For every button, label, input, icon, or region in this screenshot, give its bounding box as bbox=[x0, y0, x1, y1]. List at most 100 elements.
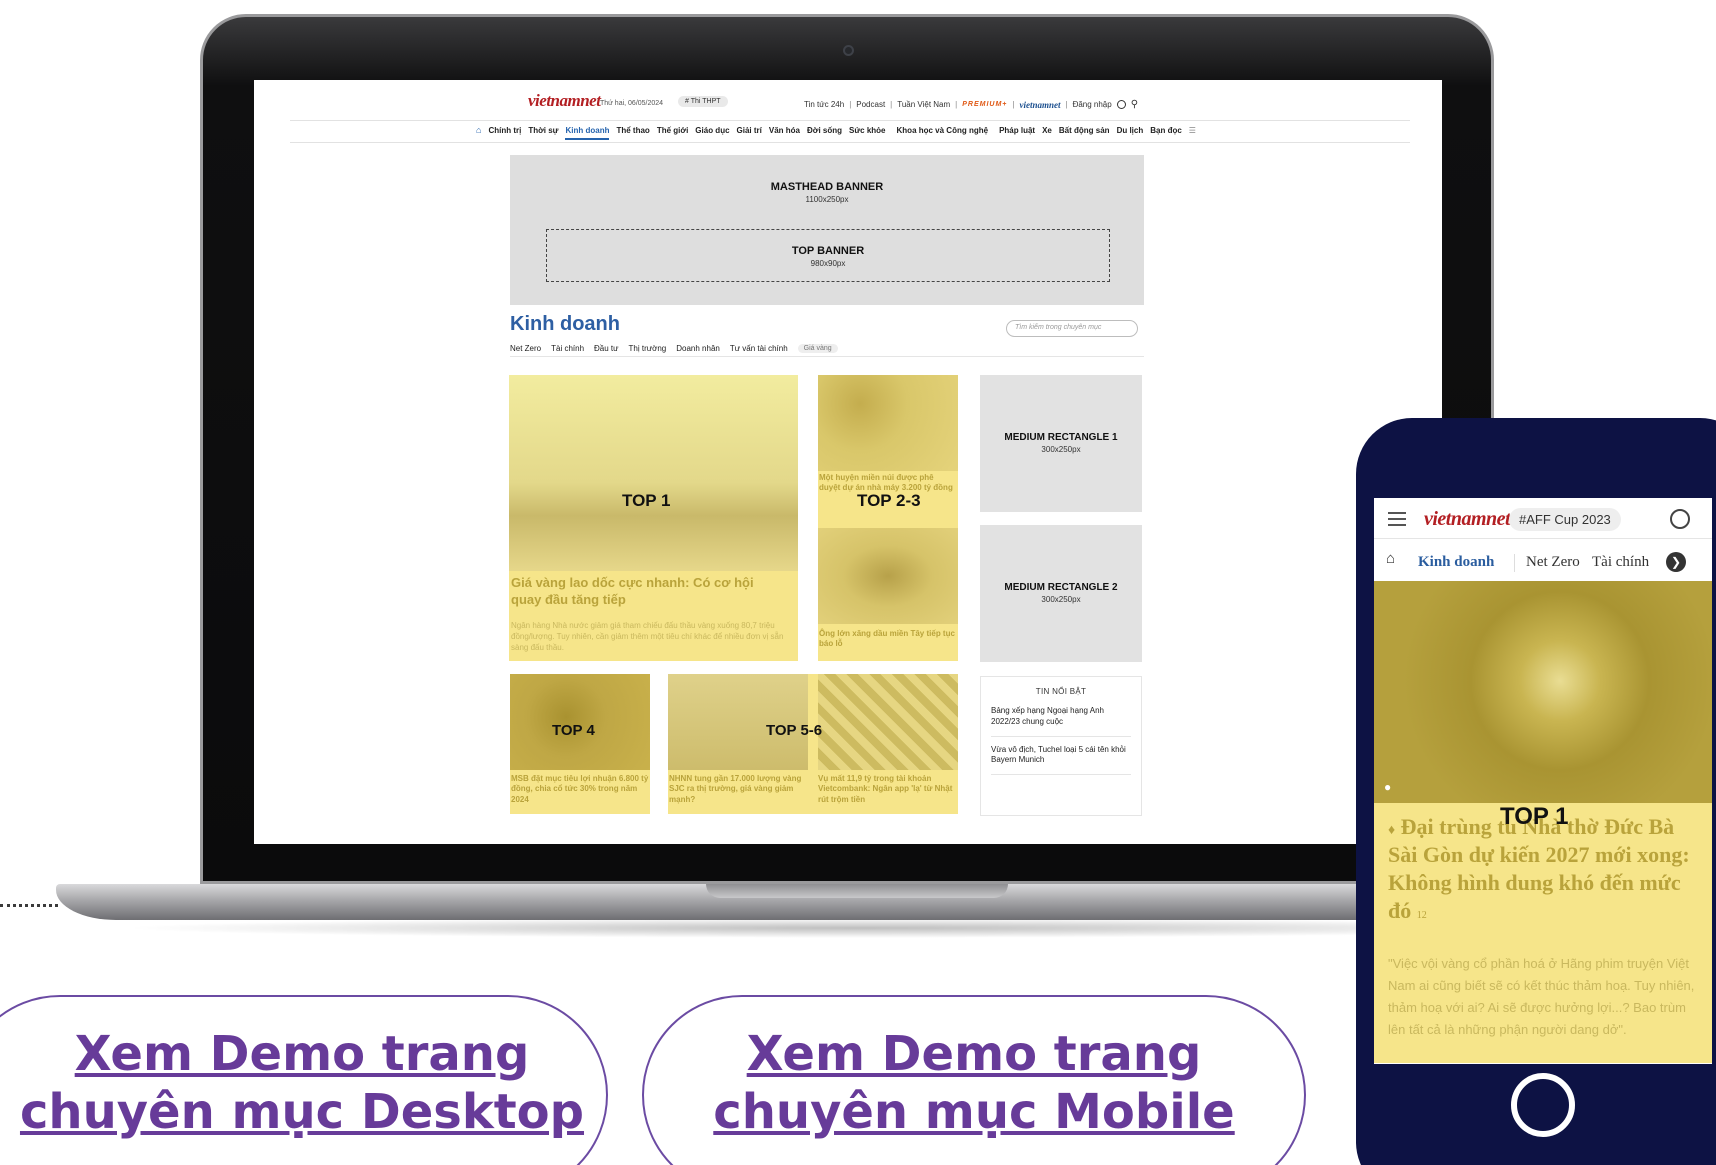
top1-label: TOP 1 bbox=[622, 491, 671, 510]
top56-slot[interactable]: TOP 5-6 NHNN tung gần 17.000 lượng vàng … bbox=[668, 674, 958, 814]
demo-desktop-line1[interactable]: Xem Demo trang bbox=[0, 1025, 606, 1083]
top-banner-title: TOP BANNER bbox=[791, 245, 865, 257]
login-link[interactable]: Đăng nhập bbox=[1073, 100, 1112, 109]
top3-headline[interactable]: Ông lớn xăng dầu miền Tây tiếp tục báo l… bbox=[819, 629, 957, 650]
gold-price-badge[interactable]: Giá vàng bbox=[797, 344, 838, 353]
medium-rectangle-2: MEDIUM RECTANGLE 2 300x250px bbox=[980, 525, 1142, 662]
mobile-logo[interactable]: vietnamnet bbox=[1424, 508, 1511, 531]
demo-mobile-line1[interactable]: Xem Demo trang bbox=[644, 1025, 1304, 1083]
top-banner: TOP BANNER 980x90px bbox=[546, 229, 1110, 282]
featured-item[interactable]: Bảng xếp hạng Ngoại hạng Anh 2022/23 chu… bbox=[991, 706, 1131, 737]
top4-headline[interactable]: MSB đặt mục tiêu lợi nhuận 6.800 tỷ đồng… bbox=[511, 774, 649, 805]
subnav-item[interactable]: Doanh nhân bbox=[676, 344, 720, 353]
nav-item[interactable]: Sức khỏe bbox=[849, 126, 885, 135]
mrec1-title: MEDIUM RECTANGLE 1 bbox=[1004, 432, 1118, 443]
comment-count: 12 bbox=[1416, 910, 1427, 922]
top2-photo bbox=[818, 375, 958, 471]
main-nav: ⌂ Chính trị Thời sự Kinh doanh Thể thao … bbox=[476, 119, 1196, 141]
nav-item[interactable]: Bất động sản bbox=[1059, 126, 1110, 135]
sub-nav: Net Zero Tài chính Đầu tư Thị trường Doa… bbox=[510, 344, 838, 353]
top-link-tuan-viet-nam[interactable]: Tuần Việt Nam bbox=[897, 100, 950, 109]
masthead-title: MASTHEAD BANNER bbox=[770, 181, 884, 193]
nav-item-active[interactable]: Kinh doanh bbox=[565, 126, 610, 140]
mobile-nav-item[interactable]: Tài chính bbox=[1592, 554, 1649, 571]
top23-label: TOP 2-3 bbox=[857, 491, 921, 510]
mrec2-size: 300x250px bbox=[1041, 595, 1081, 604]
category-search-input[interactable]: Tìm kiếm trong chuyên mục bbox=[1006, 320, 1138, 337]
phone-home-button bbox=[1511, 1073, 1575, 1137]
top5-headline[interactable]: NHNN tung gần 17.000 lượng vàng SJC ra t… bbox=[669, 774, 807, 805]
hot-tag[interactable]: # Thi THPT bbox=[678, 96, 728, 107]
subnav-item[interactable]: Tài chính bbox=[551, 344, 584, 353]
nav-item[interactable]: Bạn đọc bbox=[1150, 126, 1182, 135]
featured-title: TIN NỔI BẬT bbox=[1035, 687, 1087, 696]
demo-desktop-button[interactable]: Xem Demo trang chuyên mục Desktop bbox=[0, 995, 608, 1165]
top4-slot[interactable]: TOP 4 MSB đặt mục tiêu lợi nhuận 6.800 t… bbox=[510, 674, 650, 814]
nav-item[interactable]: Thời sự bbox=[528, 126, 558, 135]
top-links: Tin tức 24h | Podcast | Tuần Việt Nam | PRE… bbox=[804, 99, 1139, 110]
mrec1-size: 300x250px bbox=[1041, 445, 1081, 454]
subnav-item[interactable]: Tư vấn tài chính bbox=[730, 344, 788, 353]
demo-desktop-line2[interactable]: chuyên mục Desktop bbox=[0, 1083, 606, 1141]
nav-item[interactable]: Thể thao bbox=[616, 126, 649, 135]
desktop-screen: vietnamnet Thứ hai, 06/05/2024 # Thi THP… bbox=[254, 80, 1442, 844]
top23-slot[interactable]: Một huyện miền núi được phê duyệt dự án … bbox=[818, 375, 958, 661]
mobile-nav-item[interactable]: Net Zero bbox=[1526, 554, 1580, 571]
mobile-screen: vietnamnet #AFF Cup 2023 ⌂ Kinh doanh Ne… bbox=[1374, 498, 1712, 1064]
nav-item[interactable]: Pháp luật bbox=[999, 126, 1035, 135]
top-link-podcast[interactable]: Podcast bbox=[856, 100, 885, 109]
nav-item[interactable]: Khoa học và Công nghệ bbox=[897, 126, 989, 135]
divider bbox=[510, 356, 1144, 357]
mobile-top1-photo bbox=[1374, 581, 1712, 803]
user-icon[interactable] bbox=[1116, 100, 1126, 109]
date-label: Thứ hai, 06/05/2024 bbox=[600, 100, 664, 107]
nav-item[interactable]: Thế giới bbox=[657, 126, 688, 135]
nav-item[interactable]: Du lịch bbox=[1117, 126, 1144, 135]
top-banner-size: 980x90px bbox=[810, 259, 846, 268]
nav-item[interactable]: Giáo dục bbox=[695, 126, 729, 135]
nav-item[interactable]: Xe bbox=[1042, 126, 1052, 135]
featured-item[interactable]: Vừa vô địch, Tuchel loại 5 cái tên khỏi … bbox=[991, 745, 1131, 776]
nav-item[interactable]: Chính trị bbox=[488, 126, 521, 135]
divider bbox=[1374, 538, 1712, 539]
divider bbox=[290, 142, 1410, 143]
photo-icon: ● bbox=[1384, 780, 1392, 794]
chevron-right-icon[interactable]: ❯ bbox=[1666, 552, 1686, 572]
top1-headline[interactable]: Giá vàng lao dốc cực nhanh: Có cơ hội qu… bbox=[511, 575, 781, 609]
masthead-banner: MASTHEAD BANNER 1100x250px TOP BANNER 98… bbox=[510, 155, 1144, 305]
demo-mobile-button[interactable]: Xem Demo trang chuyên mục Mobile bbox=[642, 995, 1306, 1165]
laptop-notch bbox=[706, 884, 1008, 898]
nav-item[interactable]: Văn hóa bbox=[769, 126, 800, 135]
mrec2-title: MEDIUM RECTANGLE 2 bbox=[1004, 582, 1118, 593]
mobile-hot-tag[interactable]: #AFF Cup 2023 bbox=[1509, 508, 1621, 531]
nav-item[interactable]: Đời sống bbox=[807, 126, 842, 135]
nav-item[interactable]: Giải trí bbox=[737, 126, 762, 135]
home-icon[interactable]: ⌂ bbox=[1386, 550, 1395, 567]
home-icon[interactable]: ⌂ bbox=[476, 125, 481, 135]
dotted-connector bbox=[0, 904, 58, 907]
subnav-item[interactable]: Net Zero bbox=[510, 344, 541, 353]
menu-icon[interactable]: ☰ bbox=[1189, 126, 1196, 135]
site-logo[interactable]: vietnamnet bbox=[528, 91, 601, 111]
subnav-item[interactable]: Thị trường bbox=[629, 344, 667, 353]
subnav-item[interactable]: Đầu tư bbox=[594, 344, 618, 353]
phone-frame: vietnamnet #AFF Cup 2023 ⌂ Kinh doanh Ne… bbox=[1356, 418, 1716, 1165]
top56-label: TOP 5-6 bbox=[766, 722, 823, 739]
secondary-logo[interactable]: vietnamnet bbox=[1019, 100, 1060, 110]
mobile-nav-active[interactable]: Kinh doanh bbox=[1418, 554, 1494, 571]
search-icon[interactable]: ⚲ bbox=[1131, 99, 1138, 110]
menu-icon[interactable] bbox=[1388, 512, 1406, 526]
medium-rectangle-1: MEDIUM RECTANGLE 1 300x250px bbox=[980, 375, 1142, 512]
top6-headline[interactable]: Vụ mất 11,9 tỷ trong tài khoản Vietcomba… bbox=[818, 774, 956, 805]
top1-photo bbox=[509, 375, 798, 571]
user-icon[interactable] bbox=[1670, 509, 1690, 529]
camera-icon bbox=[843, 45, 854, 56]
demo-mobile-line2[interactable]: chuyên mục Mobile bbox=[644, 1083, 1304, 1141]
mobile-top1-label: TOP 1 bbox=[1500, 803, 1569, 830]
mobile-top1-summary: "Việc vội vàng cổ phần hoá ở Hãng phim t… bbox=[1388, 956, 1695, 1038]
top-link-news24h[interactable]: Tin tức 24h bbox=[804, 100, 844, 109]
featured-news-box: TIN NỔI BẬT Bảng xếp hạng Ngoại hạng Anh… bbox=[980, 676, 1142, 816]
top1-slot[interactable]: TOP 1 Giá vàng lao dốc cực nhanh: Có cơ … bbox=[509, 375, 798, 661]
top1-summary: Ngân hàng Nhà nước giảm giá tham chiếu đ… bbox=[511, 621, 784, 652]
premium-link[interactable]: PREMIUM+ bbox=[962, 101, 1007, 108]
